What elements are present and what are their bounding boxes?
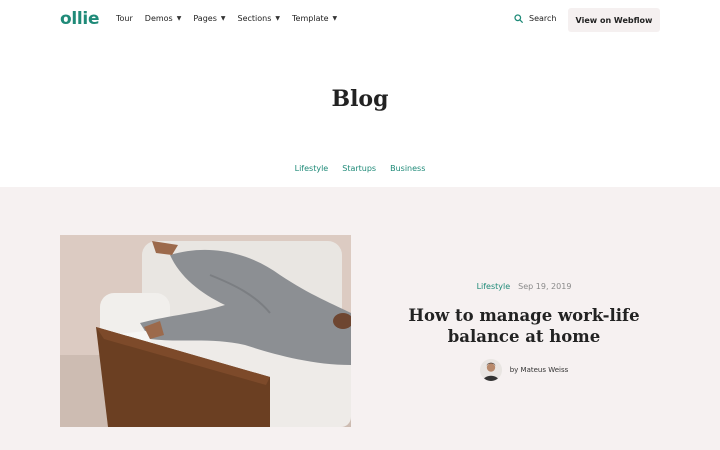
nav-item-label: Tour — [116, 14, 133, 23]
category-link-business[interactable]: Business — [390, 164, 425, 173]
nav-item-sections[interactable]: Sections ▼ — [238, 14, 281, 23]
main-menu: Tour Demos ▼ Pages ▼ Sections ▼ Template… — [116, 14, 349, 23]
page-title: Blog — [331, 86, 389, 112]
post-title-link[interactable]: How to manage work-life balance at home — [388, 305, 660, 347]
featured-post-section: Lifestyle Sep 19, 2019 How to manage wor… — [0, 187, 720, 450]
nav-item-label: Demos — [144, 14, 173, 23]
author-name: by Mateus Weiss — [509, 366, 569, 374]
navbar: ollie Tour Demos ▼ Pages ▼ Sections ▼ Te… — [0, 0, 720, 40]
category-filter: Lifestyle Startups Business — [0, 164, 720, 173]
featured-post-image[interactable] — [60, 235, 351, 427]
caret-down-icon: ▼ — [275, 15, 281, 22]
caret-down-icon: ▼ — [220, 15, 226, 22]
logo[interactable]: ollie — [60, 9, 100, 29]
nav-item-label: Pages — [193, 14, 217, 23]
post-author[interactable]: by Mateus Weiss — [388, 359, 660, 381]
caret-down-icon: ▼ — [332, 15, 338, 22]
search-icon — [514, 14, 523, 23]
category-link-startups[interactable]: Startups — [342, 164, 376, 173]
nav-item-pages[interactable]: Pages ▼ — [193, 14, 225, 23]
avatar-image — [479, 359, 502, 381]
nav-item-demos[interactable]: Demos ▼ — [145, 14, 182, 23]
featured-post-photo — [60, 235, 351, 427]
search-button[interactable]: Search — [514, 14, 556, 23]
nav-item-template[interactable]: Template ▼ — [292, 14, 337, 23]
view-on-webflow-button[interactable]: View on Webflow — [568, 8, 660, 32]
post-meta: Lifestyle Sep 19, 2019 — [388, 282, 660, 291]
nav-item-tour[interactable]: Tour — [116, 14, 133, 23]
post-category-link[interactable]: Lifestyle — [477, 282, 511, 291]
nav-item-label: Sections — [237, 14, 272, 23]
author-avatar — [479, 359, 502, 381]
post-date: Sep 19, 2019 — [518, 282, 572, 291]
nav-item-label: Template — [292, 14, 329, 23]
category-link-lifestyle[interactable]: Lifestyle — [295, 164, 329, 173]
search-label: Search — [529, 14, 557, 23]
caret-down-icon: ▼ — [176, 15, 182, 22]
